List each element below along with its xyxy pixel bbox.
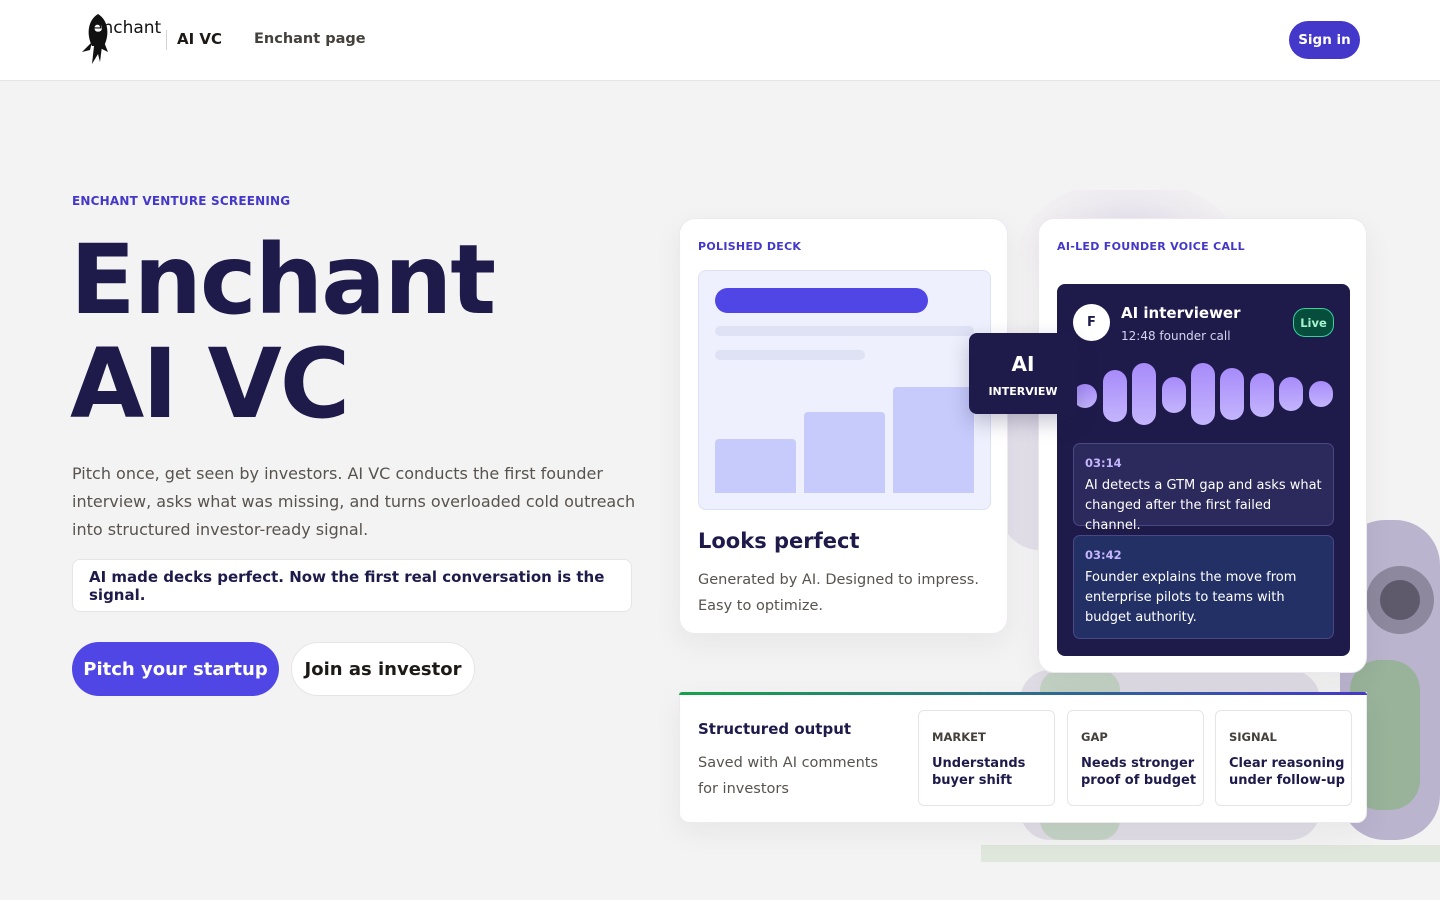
output-item-label: GAP	[1081, 730, 1108, 744]
wave-bar	[1309, 381, 1333, 407]
hero-title-line2: AI VC	[70, 328, 350, 440]
live-status-badge: Live	[1293, 308, 1334, 337]
deck-title-placeholder	[715, 288, 928, 313]
output-item-label: MARKET	[932, 730, 986, 744]
deck-subtext: Generated by AI. Designed to impress. Ea…	[698, 572, 979, 614]
deck-preview	[698, 270, 991, 510]
caller-name: AI interviewer	[1121, 304, 1241, 322]
output-item-label: SIGNAL	[1229, 730, 1277, 744]
output-item-text: Understands buyer shift	[932, 756, 1026, 788]
hero-title-line1: Enchant	[70, 224, 496, 336]
wave-bar	[1220, 368, 1244, 420]
founder-avatar: F	[1073, 304, 1110, 341]
brand-subtitle: AI VC	[177, 30, 223, 48]
logo-divider	[166, 30, 167, 50]
wave-bar	[1162, 377, 1186, 413]
ai-interview-badge: AI INTERVIEW	[969, 333, 1077, 414]
nav-enchant-page-link[interactable]: Enchant page	[254, 31, 366, 47]
transcript-text: Founder explains the move from enterpris…	[1085, 570, 1297, 625]
logo-wordmark: enchant	[92, 18, 162, 38]
join-investor-button[interactable]: Join as investor	[291, 642, 475, 696]
deck-card-label: POLISHED DECK	[698, 240, 802, 253]
hero-tagline: AI made decks perfect. Now the first rea…	[89, 567, 605, 604]
ai-badge-title: AI	[1011, 352, 1035, 376]
call-panel: F AI interviewer 12:48 founder call Live…	[1057, 284, 1350, 656]
deck-line-placeholder	[715, 326, 974, 336]
deck-heading: Looks perfect	[698, 529, 860, 553]
voice-card-label: AI-LED FOUNDER VOICE CALL	[1057, 240, 1245, 253]
deck-bar	[893, 387, 974, 493]
output-item-text: Clear reasoning under follow-up	[1229, 756, 1345, 788]
transcript-text: AI detects a GTM gap and asks what chang…	[1085, 478, 1322, 533]
deck-bar-chart	[715, 381, 974, 493]
wave-bar	[1279, 377, 1303, 411]
wave-bar	[1103, 370, 1127, 422]
audio-waveform-icon	[1073, 362, 1335, 428]
hero-eyebrow: ENCHANT VENTURE SCREENING	[72, 194, 291, 208]
transcript-time: 03:42	[1085, 548, 1122, 562]
deck-bar	[715, 439, 796, 493]
output-accent-bar	[679, 692, 1367, 695]
polished-deck-card: POLISHED DECK Looks perfect Generated by…	[679, 218, 1008, 634]
output-item-gap: GAP Needs stronger proof of budget	[1067, 710, 1204, 806]
transcript-entry: 03:14 AI detects a GTM gap and asks what…	[1073, 443, 1334, 533]
structured-output-card: Structured output Saved with AI comments…	[679, 692, 1367, 823]
transcript-entry: 03:42 Founder explains the move from ent…	[1073, 535, 1334, 639]
output-item-signal: SIGNAL Clear reasoning under follow-up	[1215, 710, 1352, 806]
enchant-logo[interactable]: enchant	[78, 12, 162, 68]
output-title: Structured output	[698, 720, 852, 738]
call-time: 12:48 founder call	[1121, 329, 1231, 343]
output-item-market: MARKET Understands buyer shift	[918, 710, 1055, 806]
hero-description: Pitch once, get seen by investors. AI VC…	[72, 464, 636, 539]
ai-badge-subtitle: INTERVIEW	[988, 385, 1058, 398]
wave-bar	[1250, 373, 1274, 417]
deck-bar	[804, 412, 885, 493]
wave-bar	[1191, 363, 1215, 425]
wave-bar	[1132, 363, 1156, 425]
output-item-text: Needs stronger proof of budget	[1081, 756, 1197, 788]
hero-title: Enchant AI VC	[70, 228, 630, 436]
floor-strip	[981, 845, 1440, 862]
hero-tagline-box: AI made decks perfect. Now the first rea…	[72, 559, 632, 612]
voice-call-card: AI-LED FOUNDER VOICE CALL F AI interview…	[1038, 218, 1367, 673]
pitch-startup-button[interactable]: Pitch your startup	[72, 642, 279, 696]
deck-line-placeholder	[715, 350, 865, 360]
transcript-time: 03:14	[1085, 456, 1122, 470]
sign-in-button[interactable]: Sign in	[1289, 21, 1360, 59]
output-subtext: Saved with AI comments for investors	[698, 755, 879, 797]
top-header: enchant AI VC Enchant page Sign in	[0, 0, 1440, 81]
